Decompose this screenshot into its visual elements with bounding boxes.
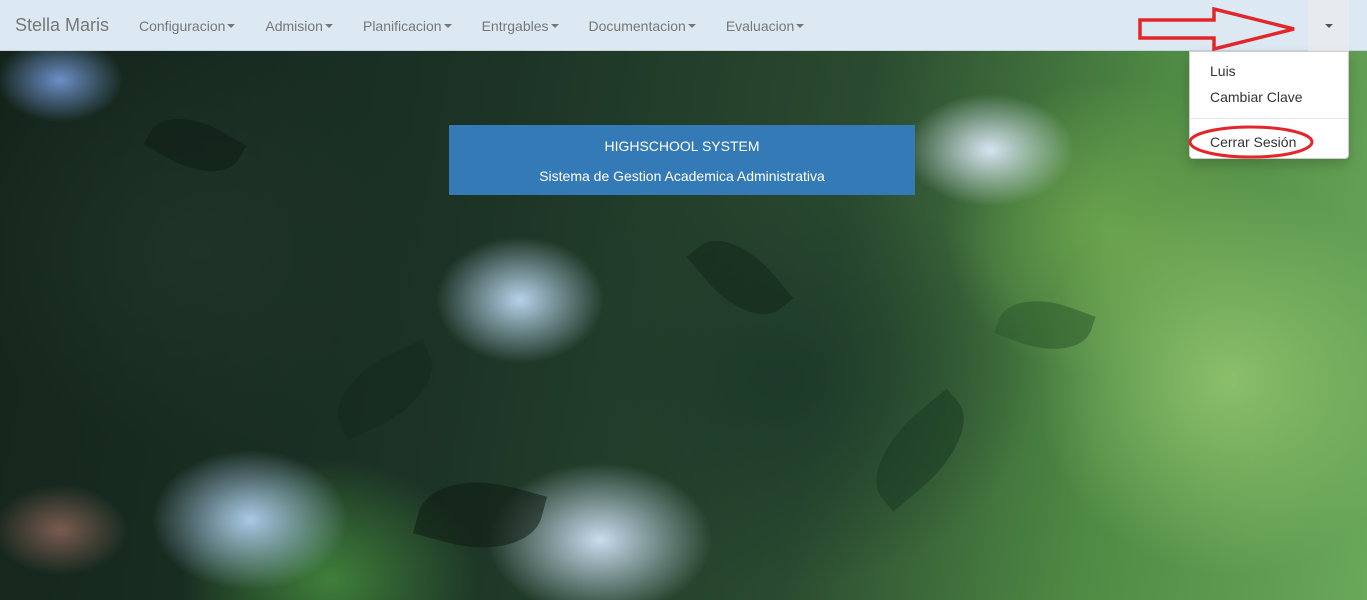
menu-admision[interactable]: Admision [250, 0, 348, 51]
caret-down-icon [324, 23, 333, 28]
menu-evaluacion[interactable]: Evaluacion [711, 0, 820, 51]
caret-down-icon [796, 23, 805, 28]
menu-label: Entrgables [481, 17, 549, 34]
user-menu-toggle[interactable] [1308, 0, 1349, 51]
caret-down-icon [227, 23, 236, 28]
dropdown-divider [1190, 118, 1348, 119]
brand-name[interactable]: Stella Maris [15, 15, 109, 35]
red-circle-annotation [1188, 125, 1314, 159]
menu-documentacion[interactable]: Documentacion [574, 0, 711, 51]
menu-configuracion[interactable]: Configuracion [124, 0, 250, 51]
menu-planificacion[interactable]: Planificacion [348, 0, 467, 51]
menu-entregables[interactable]: Entrgables [467, 0, 574, 51]
caret-down-icon [550, 23, 559, 28]
system-banner: HIGHSCHOOL SYSTEM Sistema de Gestion Aca… [449, 125, 915, 195]
caret-down-icon [443, 23, 452, 28]
menu-label: Documentacion [588, 17, 686, 34]
main-menu: Configuracion Admision Planificacion Ent… [124, 0, 819, 51]
banner-title: HIGHSCHOOL SYSTEM [604, 138, 760, 154]
leaf-shape [686, 221, 794, 334]
dropdown-item-user[interactable]: Luis [1210, 61, 1236, 81]
menu-label: Evaluacion [725, 17, 795, 34]
leaf-shape [143, 100, 247, 190]
background-photo [0, 0, 1367, 600]
leaf-shape [412, 465, 548, 565]
menu-label: Admision [265, 17, 323, 34]
dropdown-item-change-password[interactable]: Cambiar Clave [1210, 87, 1303, 107]
banner-subtitle: Sistema de Gestion Academica Administrat… [539, 168, 825, 184]
red-arrow-annotation [1138, 7, 1295, 51]
leaf-shape [994, 286, 1096, 364]
menu-label: Configuracion [139, 17, 226, 34]
caret-down-icon [1324, 23, 1333, 28]
leaf-shape [854, 388, 986, 512]
menu-label: Planificacion [362, 17, 442, 34]
caret-down-icon [687, 23, 696, 28]
leaf-shape [322, 339, 448, 441]
